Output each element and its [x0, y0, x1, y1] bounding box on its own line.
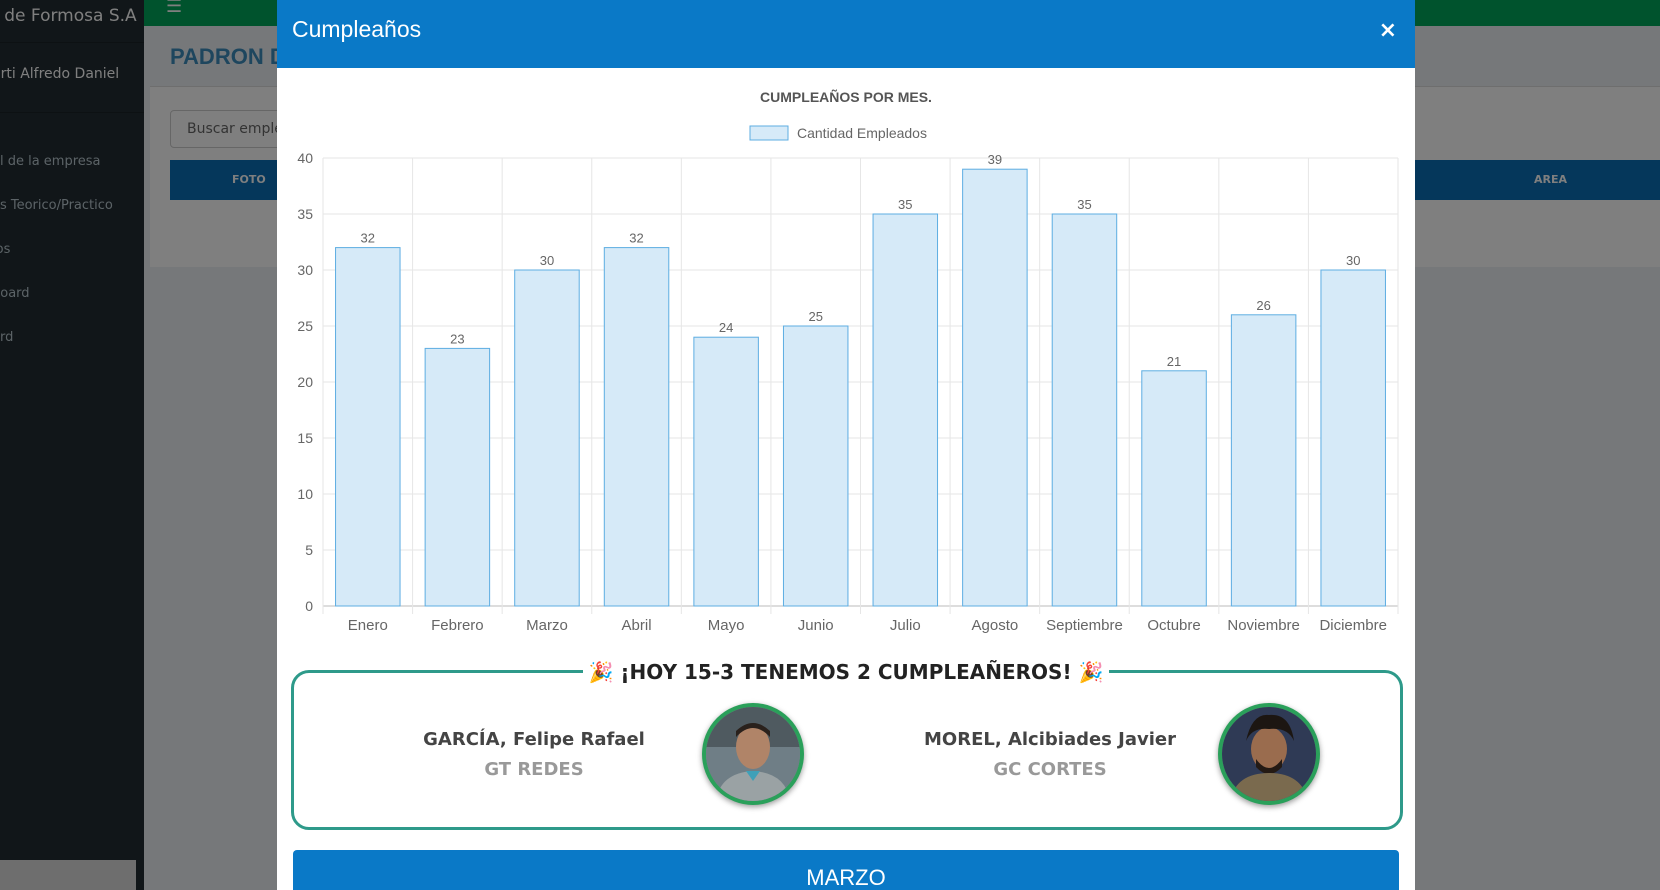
person-name: GARCÍA, Felipe Rafael	[423, 729, 645, 750]
bar	[424, 347, 491, 607]
y-tick-label: 20	[297, 374, 313, 390]
data-label: 35	[898, 197, 912, 212]
data-label: 23	[450, 331, 464, 346]
x-tick-label: Mayo	[708, 617, 745, 634]
chart-title: CUMPLEAÑOS POR MES.	[760, 88, 932, 105]
x-tick-label: Octubre	[1147, 617, 1200, 634]
data-label: 24	[719, 320, 733, 335]
data-label: 32	[361, 231, 375, 246]
chart-svg: CUMPLEAÑOS POR MES. Cantidad Empleados 0 5 1…	[297, 88, 1399, 634]
data-label: 30	[1346, 253, 1360, 268]
birthday-person-1: GARCÍA, Felipe Rafael GT REDES	[324, 673, 824, 827]
birthday-heading: 🎉 ¡HOY 15-3 TENEMOS 2 CUMPLEAÑEROS! 🎉	[277, 660, 1415, 684]
y-tick-label: 15	[297, 430, 313, 446]
data-label: 35	[1077, 197, 1091, 212]
x-tick-label: Enero	[348, 617, 388, 634]
birthdays-chart: CUMPLEAÑOS POR MES. Cantidad Empleados 0 5 1…	[277, 68, 1415, 658]
y-tick-label: 0	[305, 598, 313, 614]
modal-header: Cumpleaños ×	[277, 0, 1415, 68]
birthday-frame: GARCÍA, Felipe Rafael GT REDES MOREL, Al…	[291, 670, 1403, 830]
birthday-heading-text: ¡HOY 15-3 TENEMOS 2 CUMPLEAÑEROS!	[620, 660, 1072, 684]
y-tick-label: 40	[297, 150, 313, 166]
avatar	[1218, 703, 1320, 805]
person-area: GC CORTES	[993, 759, 1107, 780]
party-popper-icon: 🎉	[588, 660, 614, 684]
bar	[872, 213, 939, 607]
data-label: 30	[540, 253, 554, 268]
birthday-modal: Cumpleaños × CUMPLEAÑOS POR MES. Cantidad…	[277, 0, 1415, 890]
x-tick-label: Febrero	[431, 617, 484, 634]
data-label: 32	[629, 231, 643, 246]
bar	[1141, 370, 1207, 607]
bar	[693, 336, 759, 607]
data-label: 21	[1167, 354, 1181, 369]
modal-title: Cumpleaños	[292, 16, 422, 42]
bar	[1230, 314, 1297, 607]
birthday-person-2: MOREL, Alcibiades Javier GC CORTES	[840, 673, 1340, 827]
y-tick-label: 10	[297, 486, 313, 502]
y-tick-label: 25	[297, 318, 313, 334]
x-tick-label: Junio	[798, 617, 834, 634]
month-section-header[interactable]: MARZO	[293, 850, 1399, 890]
person-name: MOREL, Alcibiades Javier	[924, 729, 1176, 750]
bar	[1320, 269, 1386, 607]
data-label: 39	[988, 152, 1002, 167]
x-tick-label: Marzo	[526, 617, 568, 634]
bar	[603, 247, 670, 607]
person-area: GT REDES	[484, 759, 584, 780]
avatar	[702, 703, 804, 805]
y-tick-label: 30	[297, 262, 313, 278]
bar	[782, 325, 849, 607]
y-tick-label: 35	[297, 206, 313, 222]
legend-label: Cantidad Empleados	[797, 125, 927, 141]
close-button[interactable]: ×	[1379, 18, 1397, 43]
x-tick-label: Abril	[622, 617, 652, 634]
data-label: 25	[808, 309, 822, 324]
x-tick-label: Septiembre	[1046, 617, 1123, 634]
y-tick-label: 5	[305, 542, 313, 558]
bar	[514, 269, 580, 607]
bar	[962, 168, 1028, 607]
party-popper-icon: 🎉	[1078, 660, 1104, 684]
x-tick-label: Agosto	[972, 617, 1019, 634]
bar	[1051, 213, 1118, 607]
x-tick-label: Julio	[890, 617, 921, 634]
bar	[335, 247, 401, 607]
data-label: 26	[1256, 298, 1270, 313]
x-tick-label: Diciembre	[1319, 617, 1387, 634]
legend-swatch	[749, 125, 789, 141]
x-tick-label: Noviembre	[1227, 617, 1300, 634]
